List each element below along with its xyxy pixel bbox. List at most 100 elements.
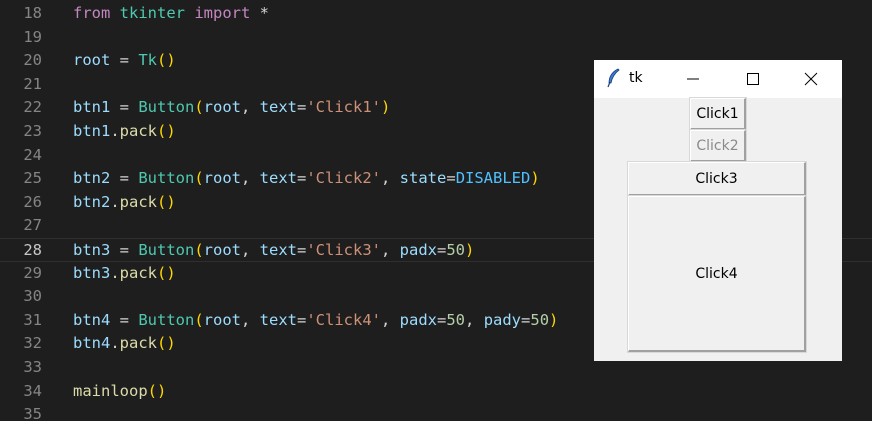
code-token: = [297, 98, 307, 117]
code-token: Button [138, 310, 195, 329]
line-number: 28 [23, 241, 42, 259]
line-number: 29 [23, 263, 42, 282]
close-icon [804, 72, 818, 86]
code-text: btn4 = Button(root, text='Click4', padx=… [73, 309, 558, 333]
line-number: 24 [23, 145, 42, 164]
code-token: . [110, 263, 120, 282]
code-line[interactable]: 19 [0, 26, 872, 50]
line-number: 21 [23, 74, 42, 93]
code-token: Button [138, 241, 195, 259]
line-number: 30 [23, 287, 42, 306]
code-token: pack [119, 192, 157, 211]
code-token: ( [194, 98, 204, 117]
code-token: . [110, 192, 120, 211]
code-token: Button [138, 169, 195, 188]
close-button[interactable] [788, 60, 834, 98]
maximize-icon [747, 73, 759, 85]
code-token: = [110, 241, 139, 259]
code-line[interactable]: 34 mainloop() [0, 380, 872, 404]
code-token: pack [119, 263, 157, 282]
code-text: mainloop() [73, 380, 166, 404]
line-number: 27 [23, 216, 42, 235]
line-number: 25 [23, 169, 42, 188]
code-token: Tk [138, 51, 157, 70]
code-token: text [259, 98, 297, 117]
code-token: () [157, 122, 176, 140]
click4-button[interactable]: Click4 [627, 195, 807, 353]
code-token: Button [138, 98, 195, 117]
code-token: = [110, 169, 139, 188]
line-number: 32 [23, 334, 42, 353]
code-token: = [110, 310, 139, 329]
code-token: btn1 [73, 98, 111, 117]
tk-window[interactable]: tk Click1 Click2 Click3 Click4 [594, 60, 842, 361]
click3-button[interactable]: Click3 [627, 161, 807, 197]
code-token: 'Click1' [306, 98, 381, 117]
code-token: ) [549, 310, 559, 329]
code-token: btn2 [73, 192, 111, 211]
code-token: ( [194, 169, 204, 188]
code-token: root [203, 98, 241, 117]
code-text: btn3.pack() [73, 262, 176, 286]
code-token: 'Click3' [306, 241, 381, 259]
code-token: mainloop [73, 381, 148, 400]
code-token: pady [483, 310, 522, 329]
code-token: , [241, 169, 260, 188]
code-token: btn3 [73, 241, 111, 259]
code-token: = [297, 241, 307, 259]
window-titlebar[interactable]: tk [594, 60, 842, 98]
code-token: 50 [446, 310, 466, 329]
code-text: btn1.pack() [73, 120, 176, 144]
click2-button-disabled: Click2 [689, 129, 747, 163]
code-token: text [259, 241, 297, 259]
code-token: = [297, 310, 307, 329]
code-text: btn2.pack() [73, 191, 176, 215]
code-token: padx [399, 310, 437, 329]
line-number: 35 [23, 405, 42, 421]
code-token: btn2 [73, 169, 111, 188]
code-text: from tkinter import * [73, 2, 269, 26]
code-token: ( [194, 310, 204, 329]
code-token: root [73, 51, 111, 70]
line-number: 34 [23, 381, 42, 400]
code-token: 50 [530, 310, 550, 329]
feather-icon [606, 68, 622, 88]
line-number: 26 [23, 192, 42, 211]
code-token: DISABLED [455, 169, 531, 188]
code-token: . [110, 122, 120, 140]
code-token: tkinter [119, 4, 185, 22]
code-token: = [446, 169, 456, 188]
line-number: 23 [23, 122, 42, 140]
code-text: btn4.pack() [73, 332, 176, 356]
code-token: , [241, 98, 260, 117]
code-line[interactable]: 18 from tkinter import * [0, 2, 872, 26]
code-token: 'Click4' [306, 310, 381, 329]
code-token: import [194, 4, 251, 22]
code-token: = [110, 51, 139, 70]
code-text: root = Tk() [73, 49, 176, 73]
code-line[interactable]: 35 [0, 403, 872, 421]
code-text: btn1 = Button(root, text='Click1') [73, 96, 390, 120]
code-token: ) [530, 169, 540, 188]
code-token: btn4 [73, 334, 111, 353]
click1-button[interactable]: Click1 [689, 97, 747, 131]
code-token: root [203, 310, 241, 329]
code-token: , [241, 310, 260, 329]
maximize-button[interactable] [730, 60, 776, 98]
code-token: , [241, 241, 260, 259]
minimize-button[interactable] [670, 60, 716, 98]
code-token: ) [381, 98, 391, 117]
line-number: 33 [23, 358, 42, 376]
code-token: () [147, 381, 167, 400]
code-token: = [437, 310, 447, 329]
code-token: () [157, 51, 176, 70]
code-token: = [437, 241, 447, 259]
code-token: () [157, 334, 176, 353]
code-token: btn1 [73, 122, 111, 140]
code-token: text [259, 169, 297, 188]
line-number: 20 [23, 51, 42, 70]
minimize-icon [687, 78, 699, 80]
line-number: 22 [23, 98, 42, 117]
code-token: text [259, 310, 297, 329]
